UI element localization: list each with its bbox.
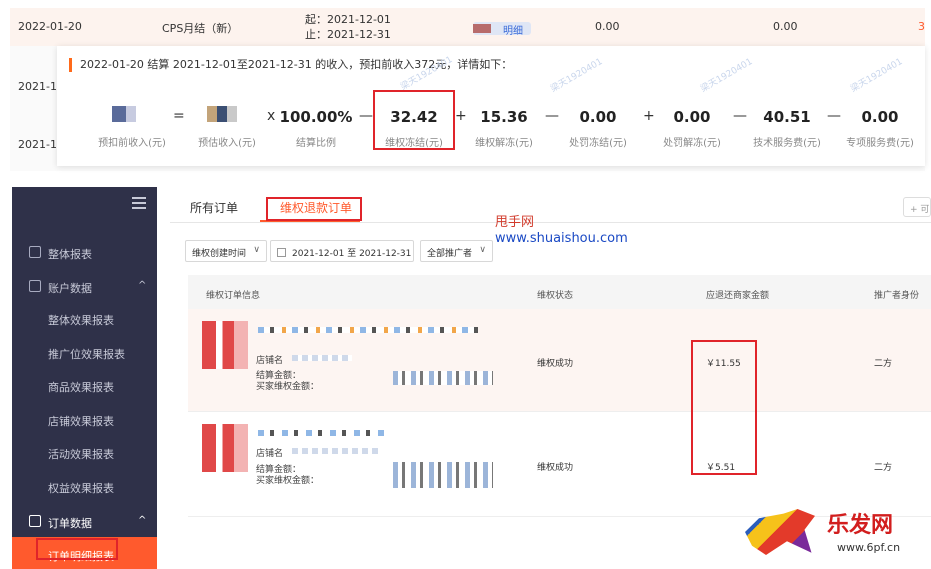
redacted-amount [393,462,493,488]
sidebar: 整体报表 账户数据 ^ 整体效果报表 推广位效果报表 商品效果报表 店铺效果报表… [12,187,157,569]
tab-all-orders[interactable]: 所有订单 [190,199,238,216]
chevron-up-icon: ^ [138,280,147,291]
redacted-title [258,327,478,333]
account-icon [29,280,41,292]
chevron-down-icon: ∨ [253,245,260,255]
settlement-date: 2022-01-20 [18,20,82,33]
redacted-shop [292,355,352,361]
settlement-value-1: 0.00 [595,20,620,33]
logo-name: 乐发网 [827,513,894,538]
sidebar-subitem[interactable]: 商品效果报表 [48,379,114,395]
redacted-shop [292,448,382,454]
formula-cell: 0.00 处罚冻结(元) [569,108,627,149]
calendar-icon [277,248,286,257]
formula-cell: 预估收入(元) [187,106,267,149]
highlight-box [373,90,455,150]
highlight-box [691,340,757,475]
formula-operator: + [455,108,467,124]
status-text: 维权成功 [537,359,574,369]
detail-link[interactable]: 明细 [473,22,531,37]
screenshot-root: 2022-01-20 CPS月结（新） 起：2021-12-01 止：2021-… [0,0,931,569]
menu-icon[interactable] [132,197,146,212]
col-role: 推广者身份 [874,291,920,301]
chevron-up-icon: ^ [138,515,147,526]
settlement-date: 2021-1 [18,138,57,151]
sidebar-subitem[interactable]: 整体效果报表 [48,312,114,328]
promoter-select[interactable]: 全部推广者 ∨ [420,240,493,262]
promoter-role: 二方 [874,463,893,473]
formula-operator: + [643,108,655,124]
status-text: 维权成功 [537,463,574,473]
table-header: 维权订单信息 维权状态 应退还商家金额 推广者身份 [188,275,931,309]
tab-bar: 所有订单 维权退款订单 + 可 [170,187,931,223]
settlement-value-3: 3 [918,20,925,33]
highlight-box [36,538,118,560]
formula-cell: 0.00 专项服务费(元) [846,108,914,149]
formula-operator: — [545,108,559,124]
sidebar-subitem[interactable]: 店铺效果报表 [48,413,114,429]
overlay-site-url: www.shuaishou.com [495,231,628,246]
watermark: 梁天1920401 [549,56,605,95]
bull-logo-icon [745,509,815,555]
formula-operator: x [267,108,276,124]
table-row[interactable]: 店铺名 结算金额： 买家维权金额： 维权成功 ￥5.51 二方 [188,412,931,517]
formula-cell: 预扣前收入(元) [89,106,175,149]
settlement-date: 2021-1 [18,80,57,93]
redacted-amount [393,371,493,385]
brand-logo: 乐发网 www.6pf.cn [745,505,925,565]
logo-url: www.6pf.cn [837,541,901,554]
product-thumbnail [202,321,248,369]
formula-operator: — [733,108,747,124]
layers-icon [29,246,41,258]
formula-cell: 100.00% 结算比例 [279,108,353,149]
sidebar-item-orders[interactable]: 订单数据 ^ [12,508,157,536]
sidebar-subitem[interactable]: 活动效果报表 [48,446,114,462]
settlement-range: 起：2021-12-01 止：2021-12-31 [305,13,391,41]
settlement-row: 2022-01-20 CPS月结（新） 起：2021-12-01 止：2021-… [10,8,925,46]
redacted-value [207,106,247,122]
settlement-type: CPS月结（新） [162,22,239,35]
orders-icon [29,515,41,527]
col-amount: 应退还商家金额 [706,291,770,301]
formula-operator: — [359,108,373,124]
redacted-value [112,106,152,122]
add-button[interactable]: + 可 [903,197,931,217]
formula-cell: 15.36 维权解冻(元) [475,108,533,149]
formula-cell: 0.00 处罚解冻(元) [663,108,721,149]
settlement-formula: 预扣前收入(元) = 预估收入(元) x 100.00% 结算比例 — 32.4… [57,96,925,166]
product-thumbnail [202,424,248,472]
chevron-down-icon: ∨ [479,245,486,255]
date-range-picker[interactable]: 2021-12-01 至 2021-12-31 [270,240,414,262]
overlay-site-name: 甩手网 [495,215,535,230]
formula-operator: = [173,108,185,124]
watermark: 梁天1920401 [849,56,905,95]
sidebar-subitem[interactable]: 推广位效果报表 [48,346,125,362]
redacted-title [258,430,388,436]
table-row[interactable]: 店铺名 结算金额： 买家维权金额： 维权成功 ￥11.55 二方 [188,309,931,412]
highlight-box [266,197,362,221]
sidebar-item-account[interactable]: 账户数据 ^ [12,273,157,301]
sidebar-subitem[interactable]: 权益效果报表 [48,480,114,496]
settlement-tooltip: 2022-01-20 结算 2021-12-01至2021-12-31 的收入，… [57,46,925,166]
settlement-value-2: 0.00 [773,20,798,33]
col-order-info: 维权订单信息 [206,291,261,301]
promoter-role: 二方 [874,359,893,369]
watermark: 梁天1920401 [699,56,755,95]
redacted-block [473,24,491,33]
time-type-select[interactable]: 维权创建时间 ∨ [185,240,267,262]
col-status: 维权状态 [537,291,574,301]
formula-cell: 40.51 技术服务费(元) [753,108,821,149]
sidebar-item-overview[interactable]: 整体报表 [12,239,157,267]
